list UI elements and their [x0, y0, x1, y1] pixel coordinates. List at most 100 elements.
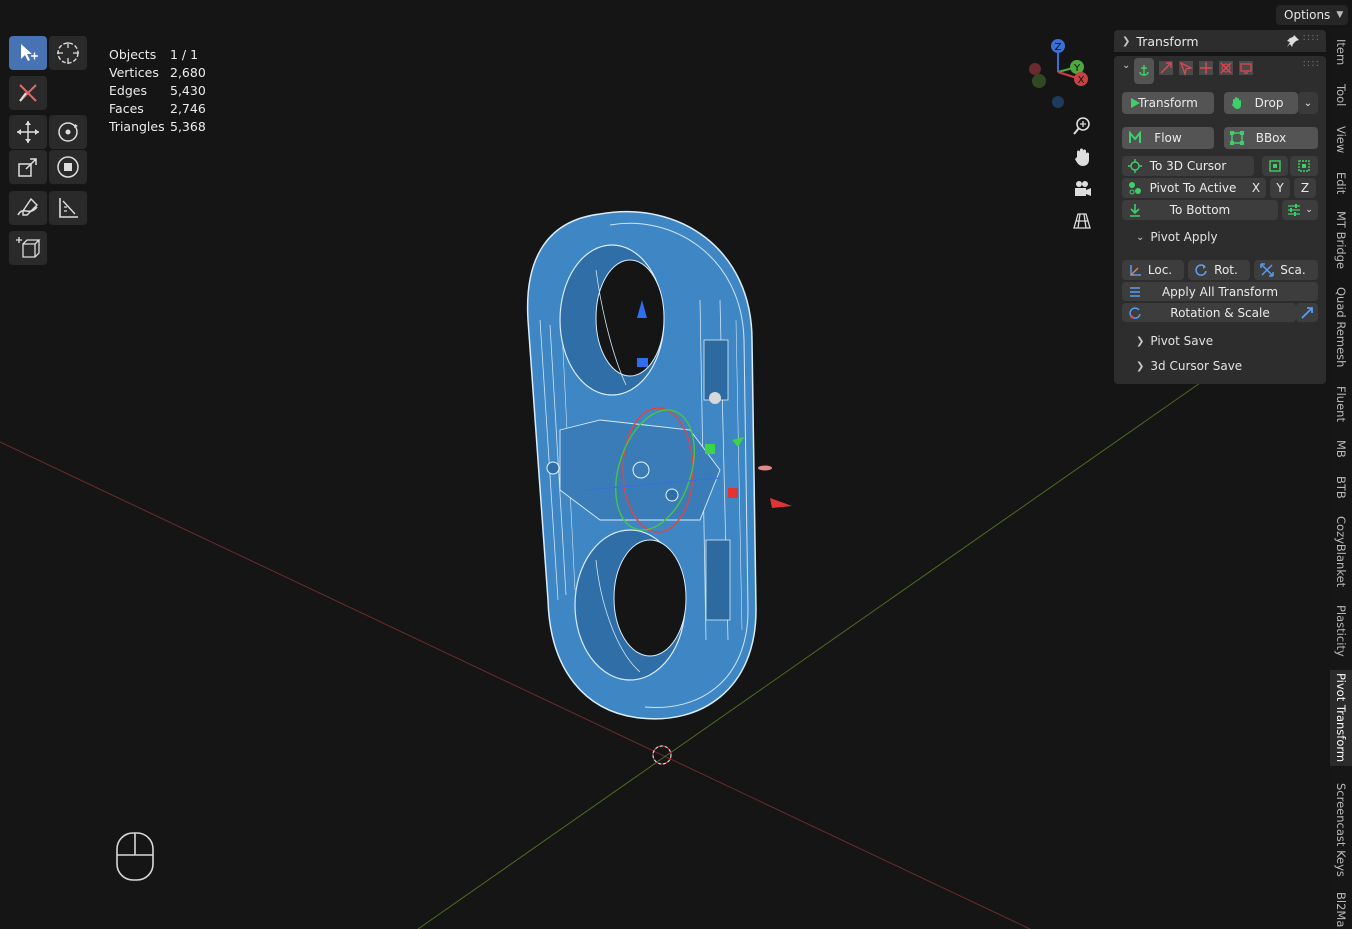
- axis-x-button[interactable]: X: [1246, 178, 1266, 198]
- sidebar-panel: ❯ Transform :::: ⌄ :::: Transform Drop ⌄: [1114, 30, 1326, 384]
- pivot-save-header[interactable]: ❯ Pivot Save: [1136, 334, 1213, 348]
- tab-mb[interactable]: MB: [1330, 434, 1352, 464]
- camera-view-button[interactable]: [1069, 176, 1095, 202]
- tab-btb[interactable]: BTB: [1330, 470, 1352, 504]
- mode-icons-row: [1158, 60, 1274, 80]
- chevron-down-icon[interactable]: ⌄: [1122, 60, 1130, 71]
- rotate-scale-icon: [1129, 307, 1141, 319]
- flow-button[interactable]: Flow: [1122, 127, 1214, 149]
- pencil-icon: [17, 197, 38, 216]
- mode-anchor-button[interactable]: [1134, 58, 1154, 84]
- pivot-transform-panel: ⌄ :::: Transform Drop ⌄ Flow BBox To 3D …: [1114, 56, 1326, 384]
- rotate-tool[interactable]: [49, 115, 87, 149]
- rotation-scale-extra-button[interactable]: [1296, 303, 1318, 322]
- bbox-button[interactable]: BBox: [1224, 127, 1318, 149]
- add-cube-tool[interactable]: [9, 231, 47, 265]
- move-tool[interactable]: [9, 115, 47, 149]
- pan-button[interactable]: [1069, 144, 1095, 170]
- sliders-icon: [1288, 204, 1301, 216]
- apply-location-button[interactable]: Loc.: [1122, 260, 1184, 280]
- move-arrows-icon: [17, 121, 39, 143]
- tab-fluent[interactable]: Fluent: [1330, 380, 1352, 428]
- cursor-option-1-button[interactable]: [1262, 156, 1288, 176]
- y-plane-handle: [705, 444, 715, 454]
- scale-tool[interactable]: [9, 150, 47, 184]
- chevron-down-icon: ⌄: [1136, 231, 1145, 243]
- apply-scale-button[interactable]: Sca.: [1254, 260, 1318, 280]
- mode-icon-2[interactable]: [1178, 60, 1194, 76]
- apply-rotation-scale-button[interactable]: Rotation & Scale: [1122, 303, 1296, 322]
- knife-icon: [19, 84, 37, 102]
- stat-vertices: Vertices 2,680: [109, 65, 206, 80]
- select-cursor-icon: [21, 44, 38, 61]
- z-plane-handle: [637, 358, 648, 367]
- tab-view[interactable]: View: [1330, 120, 1352, 160]
- view-rotate-handle: [709, 392, 721, 404]
- zoom-icon: [1073, 117, 1090, 135]
- chevron-down-icon: ⌄: [1305, 205, 1313, 215]
- apply-rotation-button[interactable]: Rot.: [1188, 260, 1250, 280]
- rotation-icon: [1195, 264, 1207, 276]
- drag-handle-icon[interactable]: ::::: [1303, 32, 1320, 43]
- mode-icon-1[interactable]: [1158, 60, 1174, 76]
- tab-quad-remesh[interactable]: Quad Remesh: [1330, 282, 1352, 372]
- tab-item[interactable]: Item: [1330, 32, 1352, 72]
- square-dot-icon: [1269, 160, 1281, 172]
- chevron-right-icon: ❯: [1122, 35, 1131, 47]
- transform-tool[interactable]: [49, 150, 87, 184]
- hand-grab-icon: [1232, 97, 1241, 109]
- transform-button[interactable]: Transform: [1122, 92, 1214, 114]
- download-icon: [1130, 204, 1140, 217]
- tab-pivot-transform[interactable]: Pivot Transform: [1330, 670, 1352, 766]
- chevron-down-icon: ⌄: [1303, 97, 1313, 109]
- square-dashed-icon: [1298, 160, 1310, 172]
- cursor-tool[interactable]: [49, 36, 87, 70]
- measure-tool[interactable]: [49, 191, 87, 225]
- pivot-to-active-button[interactable]: Pivot To Active: [1122, 178, 1254, 198]
- pivot-active-icon: [1129, 182, 1141, 195]
- options-dropdown[interactable]: Options ▼: [1276, 5, 1348, 25]
- mode-icon-4[interactable]: [1218, 60, 1234, 76]
- axis-z-button[interactable]: Z: [1294, 178, 1316, 198]
- gizmo-x-label: X: [1078, 75, 1085, 86]
- sidebar-tabs: Item Tool View Edit MT Bridge Quad Remes…: [1330, 28, 1352, 929]
- apply-all-transform-button[interactable]: Apply All Transform: [1122, 282, 1318, 301]
- list-lines-icon: [1130, 287, 1140, 297]
- expand-arrow-icon: [1301, 306, 1313, 319]
- to-3d-cursor-button[interactable]: To 3D Cursor: [1122, 156, 1254, 176]
- pin-icon[interactable]: [1286, 34, 1300, 48]
- location-axes-icon: [1130, 265, 1141, 276]
- select-box-tool[interactable]: [9, 36, 47, 70]
- cursor-save-header[interactable]: ❯ 3d Cursor Save: [1136, 359, 1242, 373]
- cursor-target-icon: [1128, 159, 1142, 173]
- tab-tool[interactable]: Tool: [1330, 76, 1352, 114]
- ruler-icon: [59, 198, 78, 218]
- tab-mt-bridge[interactable]: MT Bridge: [1330, 208, 1352, 272]
- mode-icon-3[interactable]: [1198, 60, 1214, 76]
- annotate-tool[interactable]: [9, 191, 47, 225]
- navigation-gizmo[interactable]: Z Y X: [1025, 38, 1095, 108]
- y-axis-line: [417, 382, 1201, 929]
- tab-plasticity[interactable]: Plasticity: [1330, 600, 1352, 662]
- annotate-cut-tool[interactable]: [9, 76, 47, 110]
- pivot-apply-header[interactable]: ⌄ Pivot Apply: [1136, 230, 1218, 244]
- scene-statistics: Objects 1 / 1 Vertices 2,680 Edges 5,430 Fa…: [109, 46, 206, 136]
- drag-handle-icon[interactable]: ::::: [1303, 58, 1320, 69]
- cursor-crosshair-icon: [57, 42, 79, 64]
- cursor-option-2-button[interactable]: [1290, 156, 1318, 176]
- stat-triangles: Triangles 5,368: [109, 119, 206, 134]
- zoom-button[interactable]: [1069, 113, 1095, 139]
- to-bottom-button[interactable]: To Bottom: [1122, 200, 1278, 220]
- perspective-toggle-button[interactable]: [1069, 208, 1095, 234]
- tab-edit[interactable]: Edit: [1330, 166, 1352, 200]
- drop-button[interactable]: Drop: [1224, 92, 1298, 114]
- drop-options-dropdown[interactable]: ⌄: [1298, 92, 1318, 114]
- tab-bl2ma[interactable]: Bl2Ma: [1330, 890, 1352, 929]
- to-bottom-settings-button[interactable]: ⌄: [1282, 200, 1318, 220]
- transform-panel-header[interactable]: ❯ Transform ::::: [1114, 30, 1326, 52]
- axis-y-button[interactable]: Y: [1270, 178, 1290, 198]
- x-plane-handle: [728, 488, 738, 498]
- mode-icon-5[interactable]: [1238, 60, 1254, 76]
- tab-screencast-keys[interactable]: Screencast Keys: [1330, 778, 1352, 882]
- tab-cozyblanket[interactable]: CozyBlanket: [1330, 512, 1352, 592]
